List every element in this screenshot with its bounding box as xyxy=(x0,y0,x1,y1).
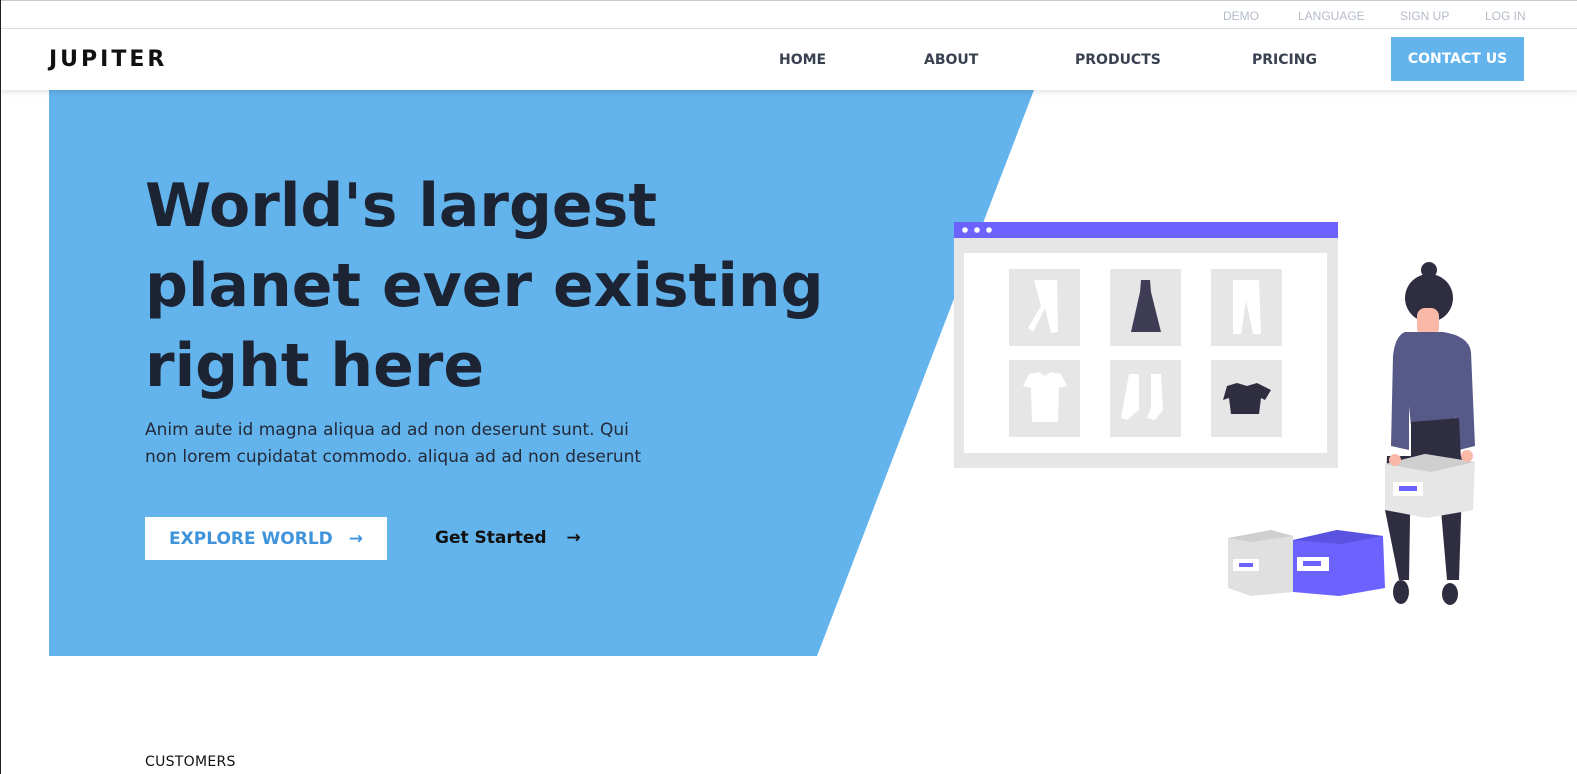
shopping-illustration xyxy=(954,222,1475,605)
hero-title: World's largest planet ever existing rig… xyxy=(145,166,865,406)
explore-world-button[interactable]: EXPLORE WORLD → xyxy=(145,517,387,560)
utility-bar: DEMO LANGUAGE SIGN UP LOG IN xyxy=(1,0,1577,29)
nav-about[interactable]: ABOUT xyxy=(924,52,978,68)
hero-title-line-3: right here xyxy=(145,331,485,401)
site-logo[interactable]: JUPITER xyxy=(49,47,167,72)
nav-home[interactable]: HOME xyxy=(779,52,826,68)
person-graphic xyxy=(1385,262,1475,605)
utility-link-signup[interactable]: SIGN UP xyxy=(1400,9,1449,23)
page: DEMO LANGUAGE SIGN UP LOG IN JUPITER HOM… xyxy=(0,0,1577,774)
contact-us-button[interactable]: CONTACT US xyxy=(1391,37,1524,81)
get-started-label: Get Started xyxy=(435,528,547,548)
hero-description: Anim aute id magna aliqua ad ad non dese… xyxy=(145,420,642,467)
arrow-right-icon: → xyxy=(348,528,363,549)
hero-title-line-1: World's largest xyxy=(145,171,658,241)
hero-title-line-2: planet ever existing xyxy=(145,251,824,321)
utility-link-login[interactable]: LOG IN xyxy=(1485,9,1526,23)
explore-world-label: EXPLORE WORLD xyxy=(169,528,333,549)
main-navbar: JUPITER HOME ABOUT PRODUCTS PRICING CONT… xyxy=(1,29,1577,90)
nav-products[interactable]: PRODUCTS xyxy=(1075,52,1161,68)
arrow-right-icon: → xyxy=(566,528,581,548)
browser-window-graphic xyxy=(954,222,1338,468)
boxes-graphic xyxy=(1228,530,1385,596)
get-started-link[interactable]: Get Started → xyxy=(435,528,581,548)
nav-pricing[interactable]: PRICING xyxy=(1252,52,1317,68)
utility-link-language[interactable]: LANGUAGE xyxy=(1298,9,1365,23)
customers-section-label: CUSTOMERS xyxy=(145,754,236,770)
utility-link-demo[interactable]: DEMO xyxy=(1223,9,1259,23)
